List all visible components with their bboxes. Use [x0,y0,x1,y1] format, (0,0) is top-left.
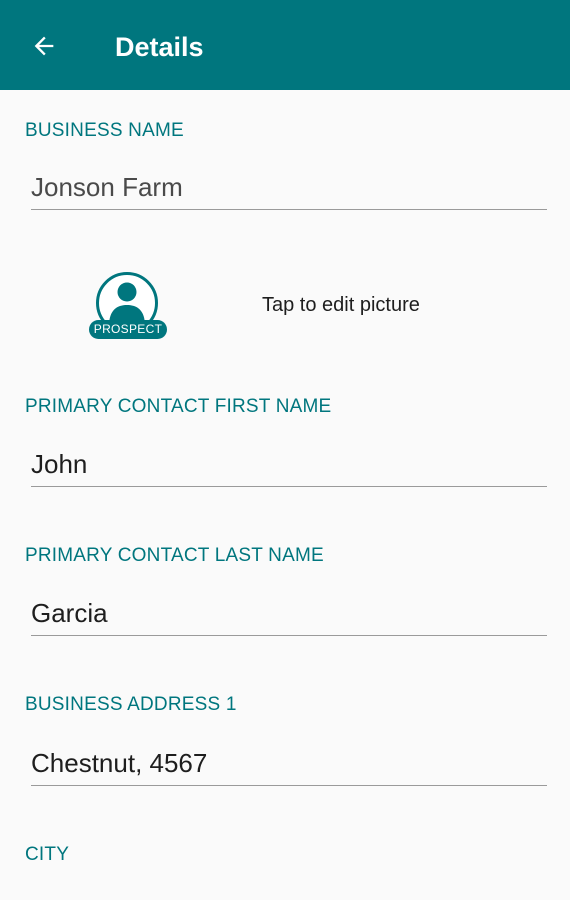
back-button[interactable] [28,30,60,62]
last-name-label: PRIMARY CONTACT LAST NAME [25,545,324,566]
business-name-label: BUSINESS NAME [25,120,184,141]
first-name-field[interactable] [31,443,547,487]
prospect-badge: PROSPECT [93,322,163,336]
first-name-label: PRIMARY CONTACT FIRST NAME [25,396,332,417]
tap-to-edit-picture[interactable]: Tap to edit picture [262,292,420,318]
avatar[interactable]: PROSPECT [87,270,169,344]
last-name-field[interactable] [31,592,547,636]
arrow-left-icon [34,36,54,56]
address1-label: BUSINESS ADDRESS 1 [25,694,237,715]
address1-field[interactable] [31,742,547,786]
business-name-field[interactable] [31,166,547,210]
app-bar: Details [0,0,570,90]
city-label: CITY [25,844,70,865]
details-form: BUSINESS NAME PROSPECT Tap to edit pictu… [0,90,570,900]
page-title: Details [115,32,204,62]
